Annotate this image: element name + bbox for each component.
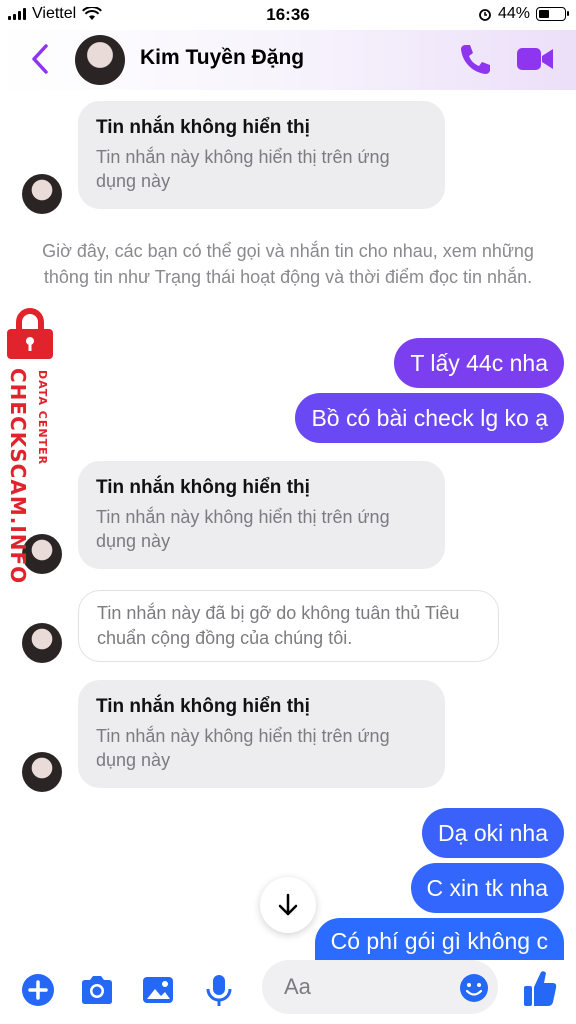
battery-percent: 44% xyxy=(497,5,530,22)
video-camera-icon[interactable] xyxy=(515,44,555,74)
arrow-down-icon xyxy=(278,893,298,916)
hidden-message-subtitle: Tin nhắn này không hiển thị trên ứng dụn… xyxy=(96,147,390,191)
outgoing-message[interactable]: Dạ oki nha xyxy=(422,808,564,858)
hidden-message-title: Tin nhắn không hiển thị xyxy=(96,117,310,138)
watermark: CHECKSCAM.INFO DATA CENTER xyxy=(0,308,62,588)
removed-message-bubble[interactable]: Tin nhắn này đã bị gỡ do không tuân thủ … xyxy=(78,590,499,662)
watermark-main-label: CHECKSCAM.INFO xyxy=(6,368,30,585)
hidden-message-subtitle: Tin nhắn này không hiển thị trên ứng dụn… xyxy=(96,726,390,770)
photo-icon[interactable] xyxy=(140,972,176,1008)
hidden-message-title: Tin nhắn không hiển thị xyxy=(96,477,310,498)
conversation-header: Kim Tuyền Đặng xyxy=(0,30,576,90)
contact-name[interactable]: Kim Tuyền Đặng xyxy=(140,46,304,70)
watermark-main-text: CHECKSCAM.INFO xyxy=(6,368,32,588)
watermark-sub-label: DATA CENTER xyxy=(36,370,49,466)
message-input[interactable]: Aa xyxy=(262,960,498,1014)
battery-fill xyxy=(539,10,550,18)
thumbs-up-icon[interactable] xyxy=(522,968,558,1008)
camera-icon[interactable] xyxy=(79,972,115,1008)
outgoing-message[interactable]: Bồ có bài check lg ko ạ xyxy=(295,393,564,443)
contact-avatar[interactable] xyxy=(75,35,125,85)
phone-icon[interactable] xyxy=(458,42,492,76)
system-notice: Giờ đây, các bạn có thể gọi và nhắn tin … xyxy=(42,241,534,287)
alarm-icon xyxy=(479,9,491,21)
back-chevron-icon[interactable] xyxy=(26,42,56,76)
status-right: 44% xyxy=(478,5,569,23)
outgoing-message[interactable]: T lấy 44c nha xyxy=(394,338,564,388)
outgoing-message[interactable]: C xin tk nha xyxy=(410,863,564,913)
sender-avatar xyxy=(22,752,62,792)
hidden-message-bubble[interactable]: Tin nhắn không hiển thị Tin nhắn này khô… xyxy=(78,101,445,209)
emoji-icon[interactable] xyxy=(458,972,490,1004)
hidden-message-subtitle: Tin nhắn này không hiển thị trên ứng dụn… xyxy=(96,507,390,551)
message-input-placeholder: Aa xyxy=(284,974,311,999)
status-bar: Viettel 16:36 44% xyxy=(0,0,576,30)
battery-icon xyxy=(536,7,569,21)
hidden-message-bubble[interactable]: Tin nhắn không hiển thị Tin nhắn này khô… xyxy=(78,680,445,788)
watermark-sub-text: DATA CENTER xyxy=(36,370,52,490)
scroll-to-bottom-button[interactable] xyxy=(260,877,316,933)
outgoing-message[interactable]: Có phí gói gì không c xyxy=(314,918,564,960)
message-list[interactable]: Tin nhắn không hiển thị Tin nhắn này khô… xyxy=(0,90,576,960)
hidden-message-bubble[interactable]: Tin nhắn không hiển thị Tin nhắn này khô… xyxy=(78,461,445,569)
hidden-message-title: Tin nhắn không hiển thị xyxy=(96,696,310,717)
sender-avatar xyxy=(22,174,62,214)
microphone-icon[interactable] xyxy=(201,972,237,1008)
sender-avatar xyxy=(22,623,62,663)
plus-icon[interactable] xyxy=(20,972,56,1008)
lock-icon xyxy=(7,308,53,359)
composer-bar: Aa xyxy=(0,960,576,1024)
